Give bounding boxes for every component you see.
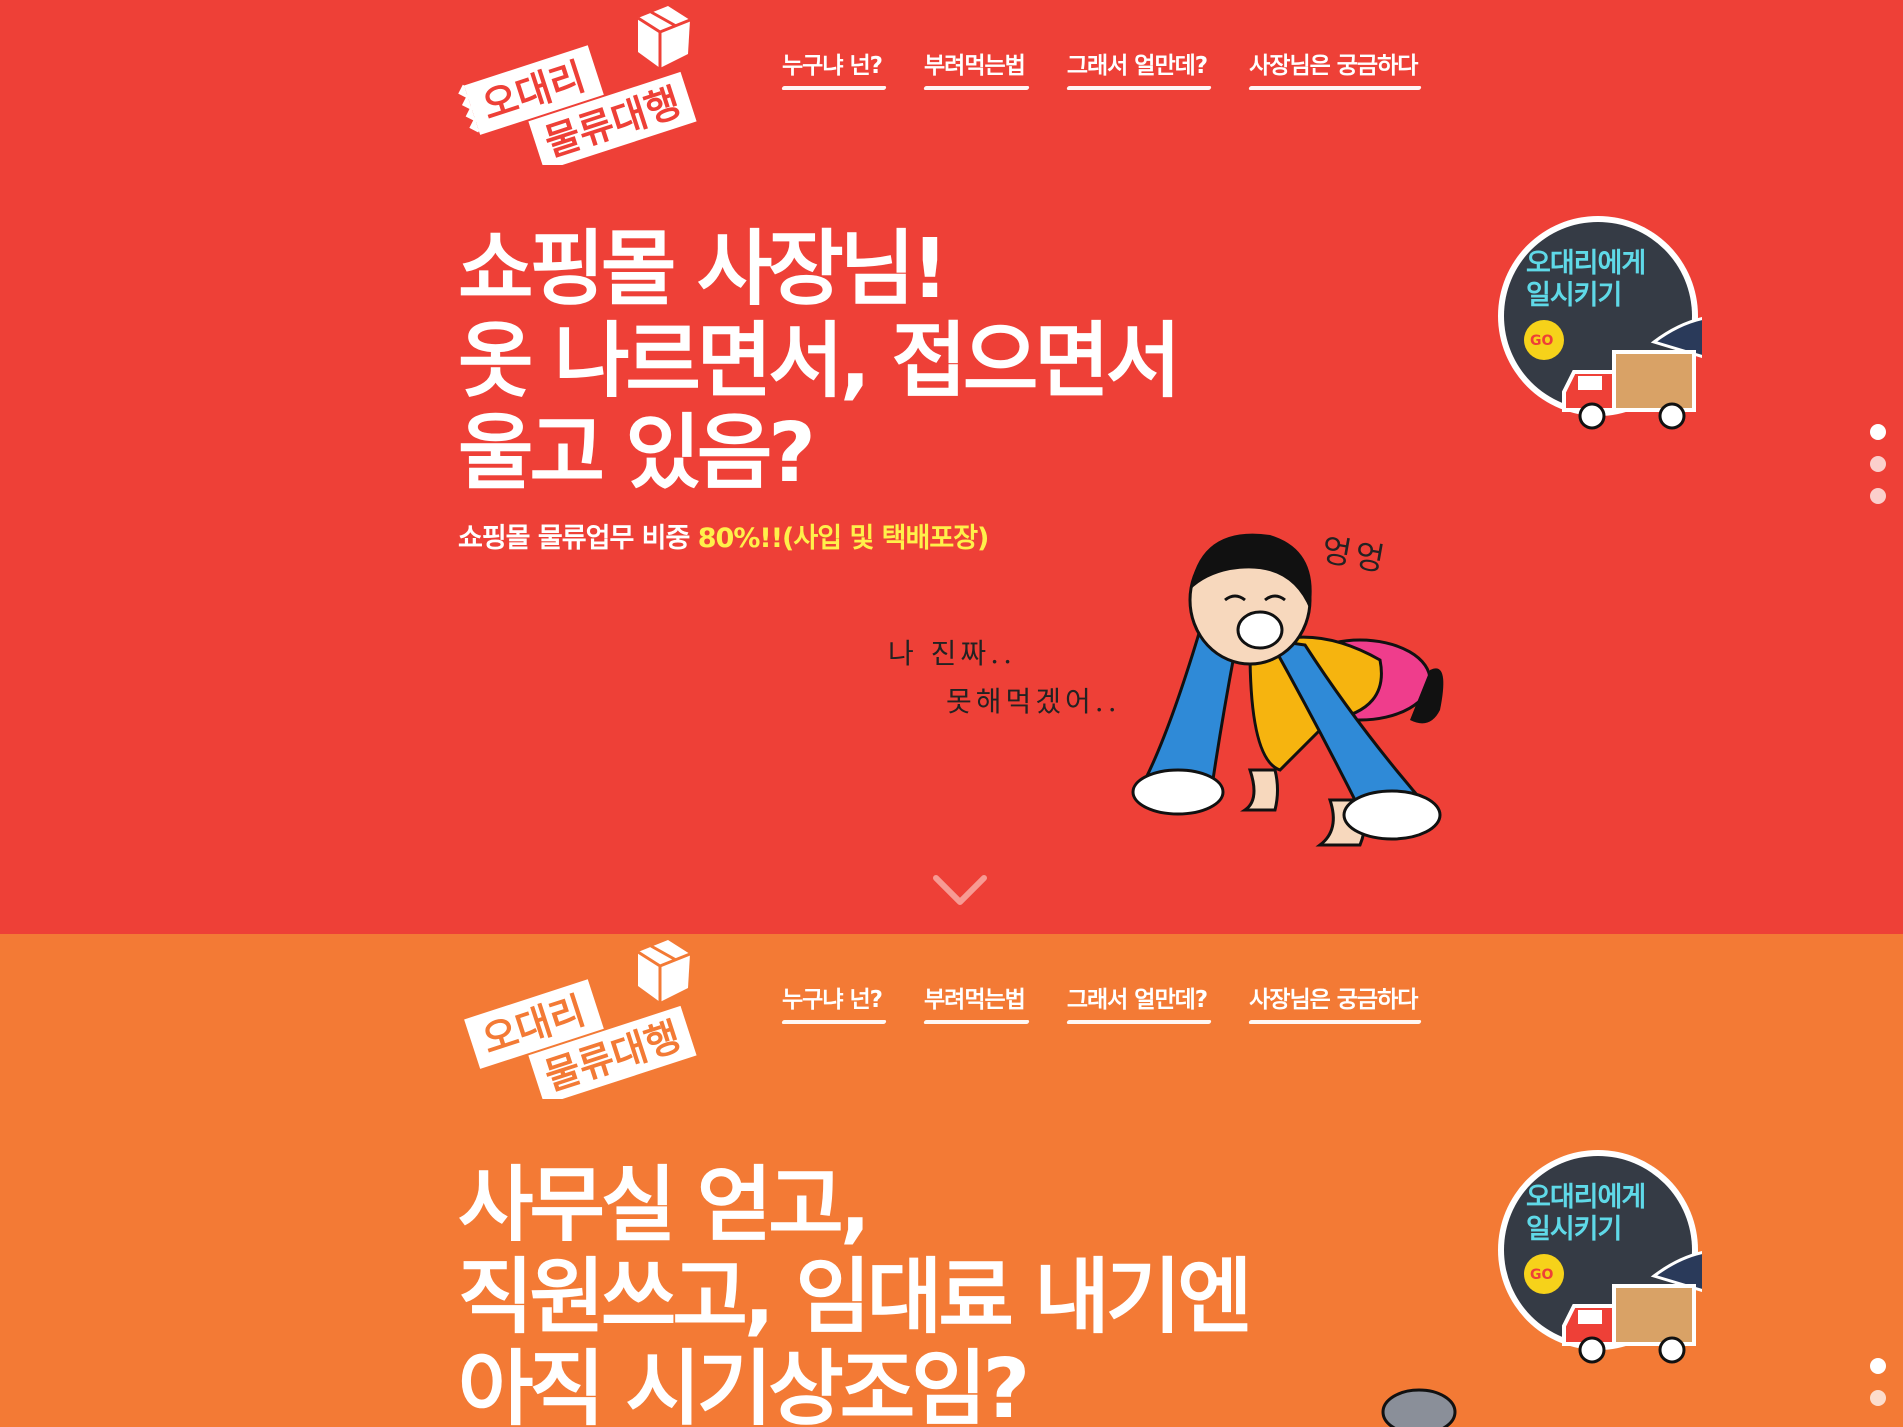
box-icon: [637, 6, 691, 68]
nav-item-pricing[interactable]: 그래서 얼만데?: [1067, 980, 1208, 1024]
headline-line: 옷 나르면서, 접으면서: [458, 314, 1181, 409]
hero-headline-2: 사무실 얻고, 직원쓰고, 임대료 내기엔 아직 시기상조임?: [458, 1158, 1253, 1427]
speech-line-2: 못해먹겠어..: [946, 685, 1121, 718]
badge-line1: 오대리에게: [1526, 248, 1646, 279]
headline-line: 아직 시기상조임?: [458, 1342, 1030, 1427]
logo[interactable]: 오대리 물류대행: [458, 934, 698, 1105]
nav-item-pricing[interactable]: 그래서 얼만데?: [1067, 46, 1208, 90]
go-label: GO: [1530, 333, 1553, 349]
nav-item-how-to-use[interactable]: 부려먹는법: [924, 980, 1026, 1024]
subtext-highlight: 80%!!(사입 및 택배포장): [697, 523, 990, 554]
crying-character-illustration: [1131, 533, 1444, 847]
badge-line2: 일시키기: [1526, 1214, 1622, 1245]
chevron-down-icon[interactable]: [932, 872, 988, 908]
pagination-dot[interactable]: [1870, 1390, 1886, 1406]
nav-item-who[interactable]: 누구냐 넌?: [782, 46, 883, 90]
headline-line: 직원쓰고, 임대료 내기엔: [458, 1250, 1253, 1345]
pagination-dot[interactable]: [1870, 456, 1886, 472]
hero-headline-1: 쇼핑몰 사장님! 옷 나르면서, 접으면서 울고 있음?: [458, 222, 1181, 501]
badge-label: 오대리에게 일시키기: [1526, 1182, 1646, 1246]
hero-section-2: 오대리 물류대행 누구냐 넌? 부려먹는법 그래서 얼만데? 사장님은 궁금하다…: [0, 934, 1903, 1427]
nav-item-how-to-use[interactable]: 부려먹는법: [924, 46, 1026, 90]
section-pagination: [1870, 424, 1886, 504]
pagination-dot[interactable]: [1870, 488, 1886, 504]
hero-section-1: 오대리 물류대행 누구냐 넌? 부려먹는법 그래서 얼만데? 사장님은 궁금하다…: [0, 0, 1903, 934]
badge-label: 오대리에게 일시키기: [1526, 248, 1646, 312]
order-badge-button[interactable]: GO 오대리에게 일시키기: [1494, 1146, 1738, 1376]
speech-line-1: 나 진짜..: [888, 637, 1016, 670]
nav-item-faq[interactable]: 사장님은 궁금하다: [1249, 980, 1418, 1024]
order-badge-button[interactable]: GO 오대리에게 일시키기: [1494, 212, 1738, 442]
box-icon: [637, 940, 691, 1002]
headline-line: 사무실 얻고,: [458, 1158, 871, 1253]
nav-item-faq[interactable]: 사장님은 궁금하다: [1249, 46, 1418, 90]
headline-line: 울고 있음?: [458, 406, 816, 501]
badge-line1: 오대리에게: [1526, 1182, 1646, 1213]
badge-line2: 일시키기: [1526, 280, 1622, 311]
hero-subtext: 쇼핑몰 물류업무 비중 80%!!(사입 및 택배포장): [458, 516, 990, 555]
nav-item-who[interactable]: 누구냐 넌?: [782, 980, 883, 1024]
main-nav: 누구냐 넌? 부려먹는법 그래서 얼만데? 사장님은 궁금하다: [782, 980, 1418, 1024]
pagination-dot[interactable]: [1870, 1358, 1886, 1374]
section-pagination: [1870, 1358, 1886, 1406]
main-nav: 누구냐 넌? 부려먹는법 그래서 얼만데? 사장님은 궁금하다: [782, 46, 1418, 90]
pagination-dot[interactable]: [1870, 424, 1886, 440]
storm-cloud-illustration: [1381, 1388, 1457, 1427]
logo[interactable]: 오대리 물류대행: [458, 0, 698, 171]
headline-line: 쇼핑몰 사장님!: [458, 222, 949, 317]
subtext-main: 쇼핑몰 물류업무 비중: [458, 523, 698, 554]
go-label: GO: [1530, 1267, 1553, 1283]
